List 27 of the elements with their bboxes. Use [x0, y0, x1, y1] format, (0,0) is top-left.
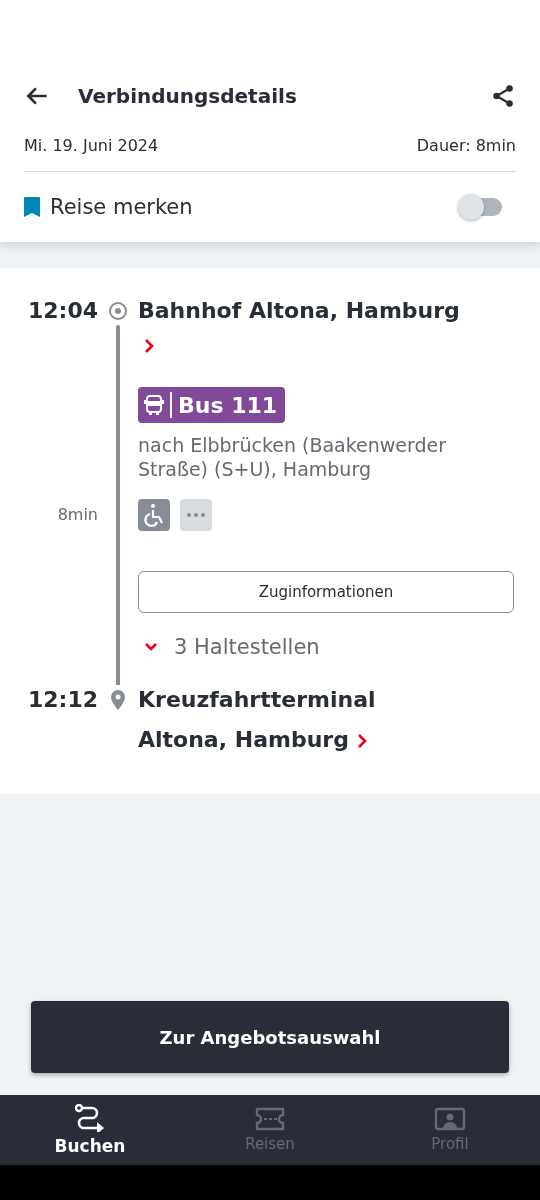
- departure-time: 12:04: [26, 297, 98, 325]
- destination-station[interactable]: Kreuzfahrtterminal Altona, Hamburg: [138, 680, 444, 760]
- line-name: Bus 111: [178, 392, 278, 418]
- trip-duration: Dauer: 8min: [416, 136, 516, 155]
- page-title: Verbindungsdetails: [78, 84, 298, 108]
- offer-selection-button[interactable]: Zur Angebotsauswahl: [31, 1001, 509, 1073]
- wheelchair-icon: [138, 499, 170, 531]
- direction-text: nach Elbbrücken (Baakenwerder Straße) (S+U), Hamburg: [138, 433, 448, 481]
- expand-chevron-icon[interactable]: [144, 642, 158, 652]
- origin-station[interactable]: Bahnhof Altona, Hamburg: [138, 291, 460, 331]
- train-info-button[interactable]: Zuginformationen: [138, 571, 514, 613]
- bus-icon: [144, 394, 164, 416]
- stops-count[interactable]: 3 Haltestellen: [174, 635, 320, 659]
- origin-marker-icon: [108, 301, 128, 321]
- profile-icon: [434, 1107, 466, 1131]
- bookmark-icon: [24, 197, 40, 217]
- arrival-time: 12:12: [26, 686, 98, 714]
- nav-tab[interactable]: Buchen: [0, 1095, 180, 1165]
- destination-pin-icon: [111, 690, 125, 710]
- share-icon[interactable]: [490, 83, 516, 109]
- route-icon: [74, 1104, 106, 1132]
- ticket-icon: [254, 1107, 286, 1131]
- chevron-right-icon[interactable]: [356, 734, 367, 748]
- save-trip-label: Reise merken: [50, 195, 194, 219]
- chevron-right-icon[interactable]: [144, 339, 154, 353]
- travel-date: Mi. 19. Juni 2024: [24, 136, 159, 155]
- travel-time: 8min: [56, 503, 98, 524]
